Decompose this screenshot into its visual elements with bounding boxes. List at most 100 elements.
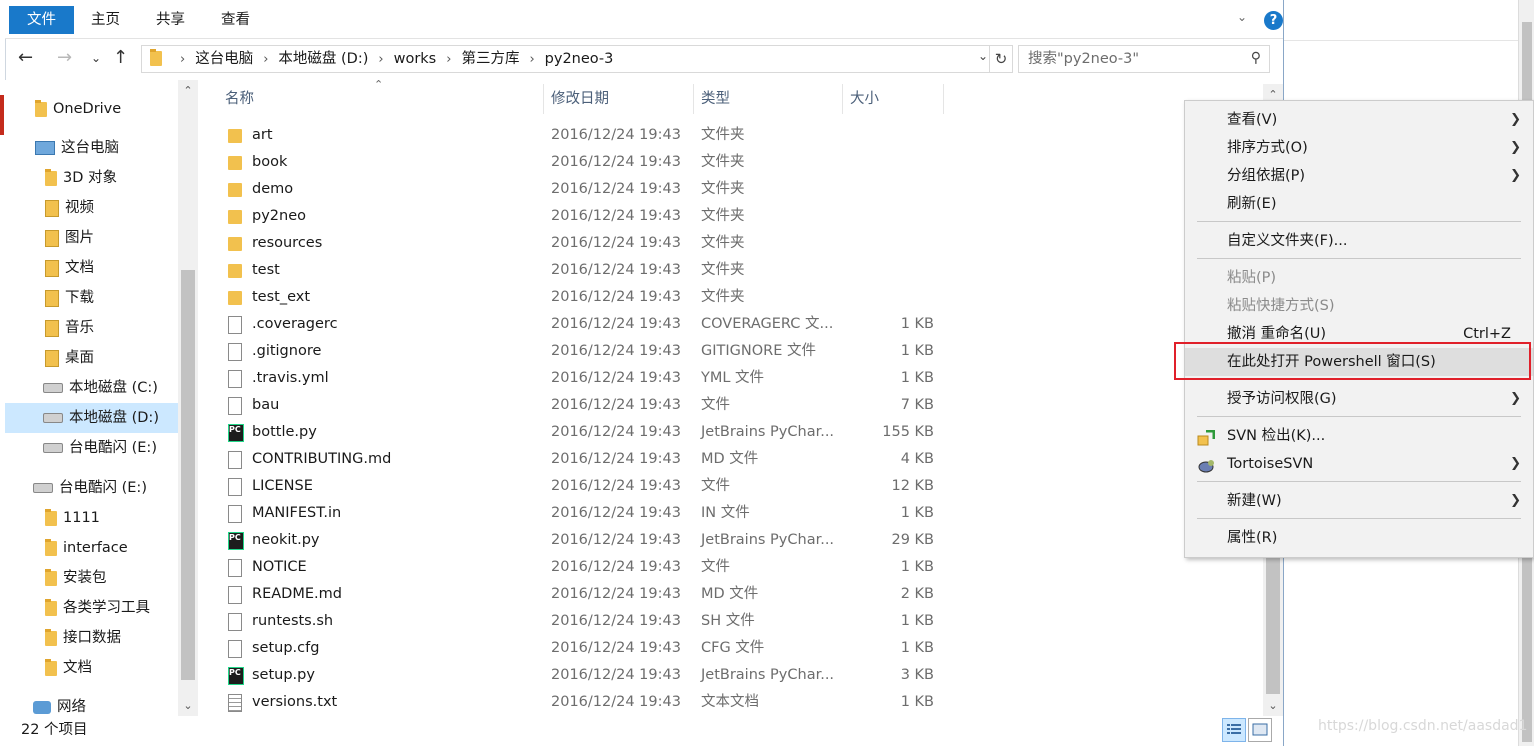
menu-item[interactable]: TortoiseSVN ❯ (1185, 450, 1533, 478)
table-row[interactable]: bau 2016/12/24 19:43 文件 7 KB (219, 392, 1259, 419)
sidebar-item[interactable]: 安装包 (45, 563, 107, 593)
column-header-size[interactable]: 大小 (850, 84, 879, 114)
address-dropdown-icon[interactable]: ⌄ (978, 49, 988, 63)
search-box[interactable]: 搜索"py2neo-3" ⚲ (1018, 45, 1270, 73)
forward-arrow-icon[interactable]: → (57, 47, 72, 68)
table-row[interactable]: README.md 2016/12/24 19:43 MD 文件 2 KB (219, 581, 1259, 608)
table-row[interactable]: PC bottle.py 2016/12/24 19:43 JetBrains PyC… (219, 419, 1259, 446)
column-divider[interactable] (842, 84, 843, 114)
chevron-right-icon[interactable]: › (368, 47, 393, 73)
details-view-icon[interactable] (1222, 718, 1246, 742)
tortoisesvn-icon (1197, 456, 1215, 473)
sidebar-item-label: 各类学习工具 (63, 600, 150, 616)
crumb-this-pc[interactable]: 这台电脑 (195, 46, 253, 72)
sidebar-item[interactable]: 3D 对象 (45, 163, 117, 193)
table-row[interactable]: LICENSE 2016/12/24 19:43 文件 12 KB (219, 473, 1259, 500)
sidebar-item[interactable]: 本地磁盘 (C:) (43, 373, 158, 403)
menu-item[interactable]: 属性(R) (1185, 524, 1533, 552)
sidebar-item[interactable]: 1111 (45, 503, 100, 533)
table-row[interactable]: demo 2016/12/24 19:43 文件夹 (219, 176, 1259, 203)
column-header-date[interactable]: 修改日期 (551, 84, 609, 114)
table-row[interactable]: py2neo 2016/12/24 19:43 文件夹 (219, 203, 1259, 230)
file-name: bottle.py (252, 424, 317, 440)
up-arrow-icon[interactable]: ↑ (113, 47, 128, 68)
column-header-type[interactable]: 类型 (701, 84, 730, 114)
tab-view[interactable]: 查看 (207, 6, 264, 34)
column-header-name[interactable]: 名称 (225, 84, 254, 114)
table-row[interactable]: book 2016/12/24 19:43 文件夹 (219, 149, 1259, 176)
menu-item[interactable]: 分组依据(P) ❯ (1185, 162, 1533, 190)
menu-item-label: 刷新(E) (1227, 196, 1277, 212)
menu-item[interactable]: 刷新(E) (1185, 190, 1533, 218)
scroll-up-icon[interactable]: ⌃ (178, 84, 198, 97)
table-row[interactable]: MANIFEST.in 2016/12/24 19:43 IN 文件 1 KB (219, 500, 1259, 527)
sidebar-item[interactable]: 接口数据 (45, 623, 121, 653)
sidebar-item[interactable]: 这台电脑 (35, 133, 119, 163)
folder-icon (150, 49, 164, 67)
large-icons-view-icon[interactable] (1248, 718, 1272, 742)
tab-share[interactable]: 共享 (142, 6, 199, 34)
scroll-down-icon[interactable]: ⌄ (1263, 699, 1283, 712)
crumb-py2neo-3[interactable]: py2neo-3 (545, 46, 614, 72)
sidebar-item[interactable]: 台电酷闪 (E:) (33, 473, 147, 503)
sidebar-item[interactable]: 各类学习工具 (45, 593, 150, 623)
column-divider[interactable] (543, 84, 544, 114)
crumb-drive-d[interactable]: 本地磁盘 (D:) (278, 46, 368, 72)
chevron-right-icon[interactable]: › (180, 47, 195, 73)
refresh-icon[interactable]: ↻ (989, 46, 1012, 72)
menu-item[interactable]: 查看(V) ❯ (1185, 106, 1533, 134)
table-row[interactable]: .coveragerc 2016/12/24 19:43 COVERAGERC 文.… (219, 311, 1259, 338)
sidebar-item[interactable]: 下载 (45, 283, 94, 313)
help-icon[interactable]: ? (1264, 11, 1283, 30)
table-row[interactable]: setup.cfg 2016/12/24 19:43 CFG 文件 1 KB (219, 635, 1259, 662)
address-bar[interactable]: › 这台电脑 › 本地磁盘 (D:) › works › 第三方库 › py2neo-3 ⌄ ↻ (141, 45, 1013, 73)
tab-home[interactable]: 主页 (77, 6, 134, 34)
recent-locations-chevron-icon[interactable]: ⌄ (91, 51, 101, 65)
sidebar-item[interactable]: 文档 (45, 253, 94, 283)
table-row[interactable]: PC setup.py 2016/12/24 19:43 JetBrains PyCh… (219, 662, 1259, 689)
chevron-right-icon[interactable]: › (519, 47, 544, 73)
sidebar-item[interactable]: 文档 (45, 653, 92, 683)
navigation-pane-scrollbar[interactable]: ⌃ ⌄ (178, 80, 198, 716)
scroll-down-icon[interactable]: ⌄ (178, 699, 198, 712)
crumb-third-party[interactable]: 第三方库 (461, 46, 519, 72)
sidebar-item-label: 1111 (63, 510, 100, 526)
sidebar-item[interactable]: 音乐 (45, 313, 94, 343)
menu-item[interactable]: 自定义文件夹(F)... (1185, 227, 1533, 255)
table-row[interactable]: test 2016/12/24 19:43 文件夹 (219, 257, 1259, 284)
table-row[interactable]: PC neokit.py 2016/12/24 19:43 JetBrains PyC… (219, 527, 1259, 554)
table-row[interactable]: resources 2016/12/24 19:43 文件夹 (219, 230, 1259, 257)
table-row[interactable]: test_ext 2016/12/24 19:43 文件夹 (219, 284, 1259, 311)
chevron-down-icon[interactable]: ⌄ (1237, 10, 1247, 24)
sidebar-item[interactable]: 桌面 (45, 343, 94, 373)
sidebar-item[interactable]: interface (45, 533, 128, 563)
tab-file[interactable]: 文件 (9, 6, 74, 34)
table-row[interactable]: runtests.sh 2016/12/24 19:43 SH 文件 1 KB (219, 608, 1259, 635)
chevron-right-icon[interactable]: › (253, 47, 278, 73)
search-icon[interactable]: ⚲ (1251, 50, 1261, 66)
back-arrow-icon[interactable]: ← (18, 47, 33, 68)
crumb-works[interactable]: works (394, 46, 437, 72)
sidebar-item[interactable]: 视频 (45, 193, 94, 223)
search-input[interactable]: 搜索"py2neo-3" (1028, 46, 1139, 72)
table-row[interactable]: NOTICE 2016/12/24 19:43 文件 1 KB (219, 554, 1259, 581)
menu-item[interactable]: 新建(W) ❯ (1185, 487, 1533, 515)
scroll-thumb[interactable] (181, 270, 195, 680)
menu-item[interactable]: SVN 检出(K)... (1185, 422, 1533, 450)
sidebar-item[interactable]: 本地磁盘 (D:) (5, 403, 178, 433)
sidebar-item[interactable]: OneDrive (35, 94, 121, 124)
sidebar-item[interactable]: 台电酷闪 (E:) (43, 433, 157, 463)
table-row[interactable]: .travis.yml 2016/12/24 19:43 YML 文件 1 KB (219, 365, 1259, 392)
sidebar-item[interactable]: 图片 (45, 223, 94, 253)
sidebar-item-label: 图片 (65, 230, 94, 246)
file-date: 2016/12/24 19:43 (551, 640, 681, 656)
column-divider[interactable] (943, 84, 944, 114)
table-row[interactable]: versions.txt 2016/12/24 19:43 文本文档 1 KB (219, 689, 1259, 716)
menu-item[interactable]: 排序方式(O) ❯ (1185, 134, 1533, 162)
chevron-right-icon[interactable]: › (436, 47, 461, 73)
table-row[interactable]: CONTRIBUTING.md 2016/12/24 19:43 MD 文件 4 KB (219, 446, 1259, 473)
column-divider[interactable] (693, 84, 694, 114)
menu-item[interactable]: 授予访问权限(G) ❯ (1185, 385, 1533, 413)
table-row[interactable]: .gitignore 2016/12/24 19:43 GITIGNORE 文件 1 … (219, 338, 1259, 365)
table-row[interactable]: art 2016/12/24 19:43 文件夹 (219, 122, 1259, 149)
